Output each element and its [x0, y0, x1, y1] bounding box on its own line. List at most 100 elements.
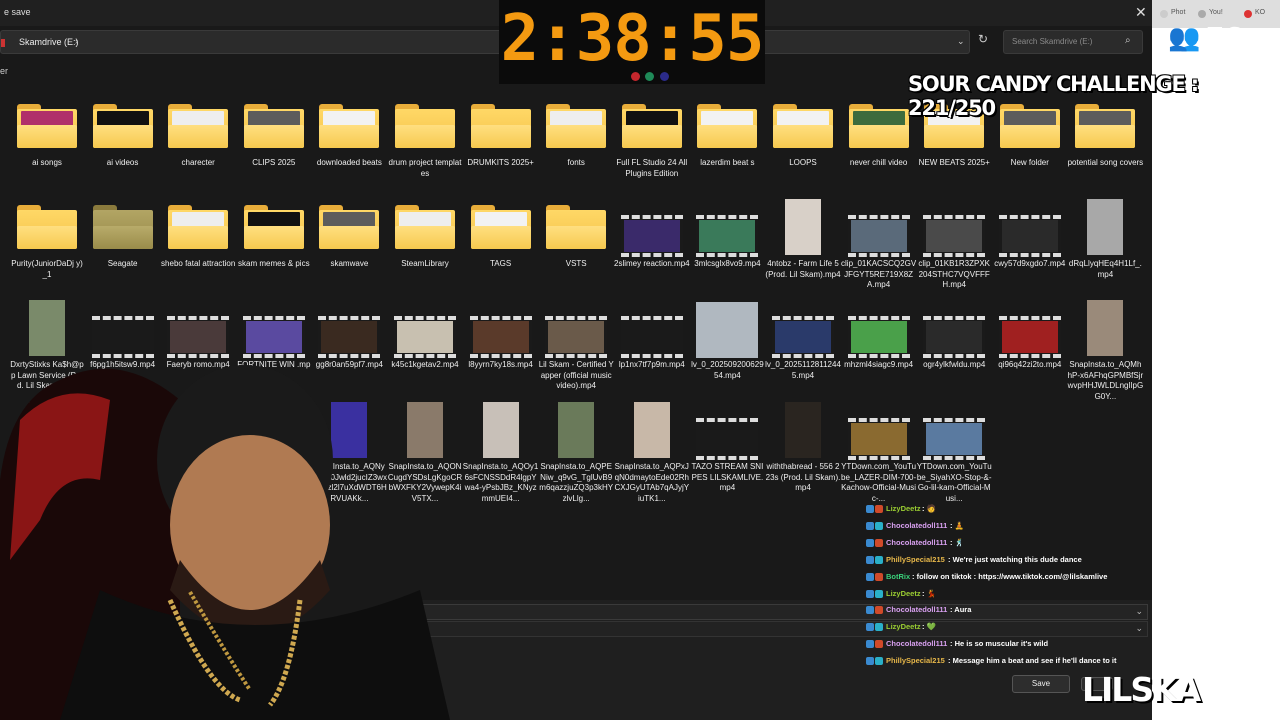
- file-item[interactable]: YTDown.com_YouTube_LAZER-DIM-700-Kachow-…: [841, 400, 917, 503]
- item-label: lv_0_20250920062954.mp4: [691, 360, 764, 380]
- item-label: mhzml4siagc9.mp4: [844, 360, 914, 369]
- video-thumbnail: [847, 418, 910, 460]
- chevron-down-icon[interactable]: ⌄: [957, 36, 965, 47]
- chat-username[interactable]: LizyDeetz: [886, 504, 921, 513]
- file-item[interactable]: ogr4ylkfwldu.mp4: [916, 298, 992, 398]
- file-item[interactable]: 2slimey reaction.mp4: [614, 197, 690, 297]
- folder-item[interactable]: downloaded beats: [311, 96, 387, 196]
- refresh-icon[interactable]: ↻: [978, 32, 988, 46]
- chat-text: : We're just watching this dude dance: [948, 554, 1082, 564]
- file-item[interactable]: SnapInsta.to_AQPxJqN0dmaytoEde02RhCXJGyU…: [614, 400, 690, 503]
- folder-item[interactable]: drum project templates: [387, 96, 463, 196]
- video-thumbnail: [923, 316, 986, 358]
- folder-icon: [92, 104, 153, 148]
- chat-text: : 🧘: [950, 520, 964, 530]
- chat-username[interactable]: PhillySpecial215: [886, 656, 945, 665]
- file-item[interactable]: withthabread - 556 223s (Prod. Lil Skam)…: [765, 400, 841, 500]
- folder-icon: [621, 104, 682, 148]
- video-thumbnail: [167, 316, 230, 358]
- address-bar[interactable]: Skamdrive (E:) › ⌄: [0, 30, 970, 54]
- chat-text: : 🧑: [922, 504, 936, 513]
- folder-icon: [697, 104, 758, 148]
- folder-item[interactable]: skamwave: [311, 197, 387, 297]
- folder-item[interactable]: never chill video: [841, 96, 917, 196]
- folder-icon: [243, 104, 304, 148]
- item-label: downloaded beats: [316, 158, 382, 167]
- item-label: qi96q42zi2to.mp4: [998, 360, 1062, 369]
- search-icon[interactable]: ⌕: [1125, 35, 1131, 46]
- file-item[interactable]: dRqLlyqHEq4H1Lf_.mp4: [1067, 197, 1143, 297]
- chat-username[interactable]: Chocolatedoll111: [886, 521, 947, 530]
- folder-item[interactable]: TAGS: [463, 197, 539, 297]
- folder-item[interactable]: ai songs: [9, 96, 85, 196]
- folder-item[interactable]: shebo fatal attraction: [160, 197, 236, 297]
- folder-item[interactable]: Full FL Studio 24 All Plugins Edition: [614, 96, 690, 196]
- video-thumbnail: [696, 418, 759, 460]
- video-thumbnail: [923, 418, 986, 460]
- browser-tab[interactable]: You!: [1209, 9, 1223, 16]
- file-item[interactable]: SnapInsta.to_AQOy16sFCNSSDdR4lgpYwa4-yPs…: [463, 400, 539, 503]
- badge-icon: [866, 505, 884, 514]
- video-thumbnail: [696, 215, 759, 257]
- chat-text: : He is so muscular it's wild: [950, 639, 1049, 649]
- folder-item[interactable]: fonts: [538, 96, 614, 196]
- file-item[interactable]: clip_01KACSCQ2GVJFGYT5RE719X8ZA.mp4: [841, 197, 917, 297]
- folder-item[interactable]: charecter: [160, 96, 236, 196]
- folder-item[interactable]: lazerdim beat s: [689, 96, 765, 196]
- video-thumbnail: [620, 215, 683, 257]
- item-label: DRUMKITS 2025+: [467, 158, 534, 167]
- folder-item[interactable]: CLIPS 2025: [236, 96, 312, 196]
- video-thumbnail: [696, 302, 759, 358]
- breadcrumb[interactable]: Skamdrive (E:): [19, 37, 79, 47]
- file-item[interactable]: 4ntobz - Farm Life 5 (Prod. Lil Skam).mp…: [765, 197, 841, 297]
- chat-username[interactable]: PhillySpecial215: [886, 555, 945, 564]
- file-item[interactable]: cwy57d9xgdo7.mp4: [992, 197, 1068, 297]
- folder-item[interactable]: DRUMKITS 2025+: [463, 96, 539, 196]
- video-thumbnail: [558, 402, 595, 458]
- chat-username[interactable]: Chocolatedoll111: [886, 538, 947, 547]
- chat-text: : 💚: [922, 622, 936, 632]
- chat-text: : follow on tiktok : https://www.tiktok.…: [912, 571, 1108, 581]
- file-item[interactable]: TAZO STREAM SNIPES LILSKAMLIVE.mp4: [689, 400, 765, 500]
- folder-item[interactable]: ai videos: [85, 96, 161, 196]
- chat-username[interactable]: Chocolatedoll111: [886, 639, 947, 648]
- browser-tab[interactable]: KO: [1255, 9, 1265, 16]
- folder-item[interactable]: LOOPS: [765, 96, 841, 196]
- item-label: dRqLlyqHEq4H1Lf_.mp4: [1068, 259, 1142, 279]
- file-item[interactable]: mhzml4siagc9.mp4: [841, 298, 917, 398]
- folder-item[interactable]: Seagate: [85, 197, 161, 297]
- nav-pane-fragment[interactable]: er: [0, 66, 8, 76]
- folder-item[interactable]: SteamLibrary: [387, 197, 463, 297]
- file-item[interactable]: Lil Skam - Certified Yapper (official mu…: [538, 298, 614, 398]
- file-item[interactable]: 3mlcsglx8vo9.mp4: [689, 197, 765, 297]
- file-item[interactable]: YTDown.com_YouTube_SiyahXO-Stop-&-Go-lil…: [916, 400, 992, 503]
- item-label: drum project templates: [388, 158, 462, 178]
- item-label: 2slimey reaction.mp4: [614, 259, 690, 268]
- file-item[interactable]: SnapInsta.to_AQPENiw_q9vG_TglUvB9m6qazzj…: [538, 400, 614, 503]
- chat-username[interactable]: LizyDeetz: [886, 589, 921, 598]
- badge-icon: [866, 538, 884, 548]
- file-item[interactable]: SnapInsta.to_AQMhhP-x6AFhqGPMBfSjrwvpHHJ…: [1067, 298, 1143, 401]
- chat-username[interactable]: BotRix: [886, 572, 910, 581]
- browser-tab[interactable]: Phot: [1171, 9, 1185, 16]
- chat-username[interactable]: LizyDeetz: [886, 622, 921, 631]
- chevron-right-icon[interactable]: ›: [75, 36, 78, 46]
- chat-username[interactable]: Chocolatedoll111: [886, 605, 947, 614]
- file-item[interactable]: lv_0_20250920062954.mp4: [689, 298, 765, 398]
- file-item[interactable]: qi96q42zi2to.mp4: [992, 298, 1068, 398]
- chat-text: : 🕺: [950, 537, 964, 547]
- folder-item[interactable]: VSTS: [538, 197, 614, 297]
- save-button[interactable]: Save: [1012, 675, 1070, 693]
- file-item[interactable]: clip_01KB1R3ZPXK204STHC7VQVFFFH.mp4: [916, 197, 992, 297]
- file-item[interactable]: lp1nx7tf7p9m.mp4: [614, 298, 690, 398]
- close-icon[interactable]: ✕: [1135, 4, 1147, 21]
- folder-icon: [773, 104, 833, 148]
- file-item[interactable]: l8yyrn7ky18s.mp4: [463, 298, 539, 398]
- search-input[interactable]: Search Skamdrive (E:) ⌕: [1003, 30, 1143, 54]
- item-label: TAZO STREAM SNIPES LILSKAMLIVE.mp4: [691, 462, 764, 492]
- item-label: lv_0_20251128112445.mp4: [765, 360, 841, 380]
- file-item[interactable]: lv_0_20251128112445.mp4: [765, 298, 841, 398]
- folder-item[interactable]: skam memes & pics: [236, 197, 312, 297]
- folder-item[interactable]: Purity(JuniorDaDj y)_1: [9, 197, 85, 297]
- item-label: lazerdim beat s: [700, 158, 755, 167]
